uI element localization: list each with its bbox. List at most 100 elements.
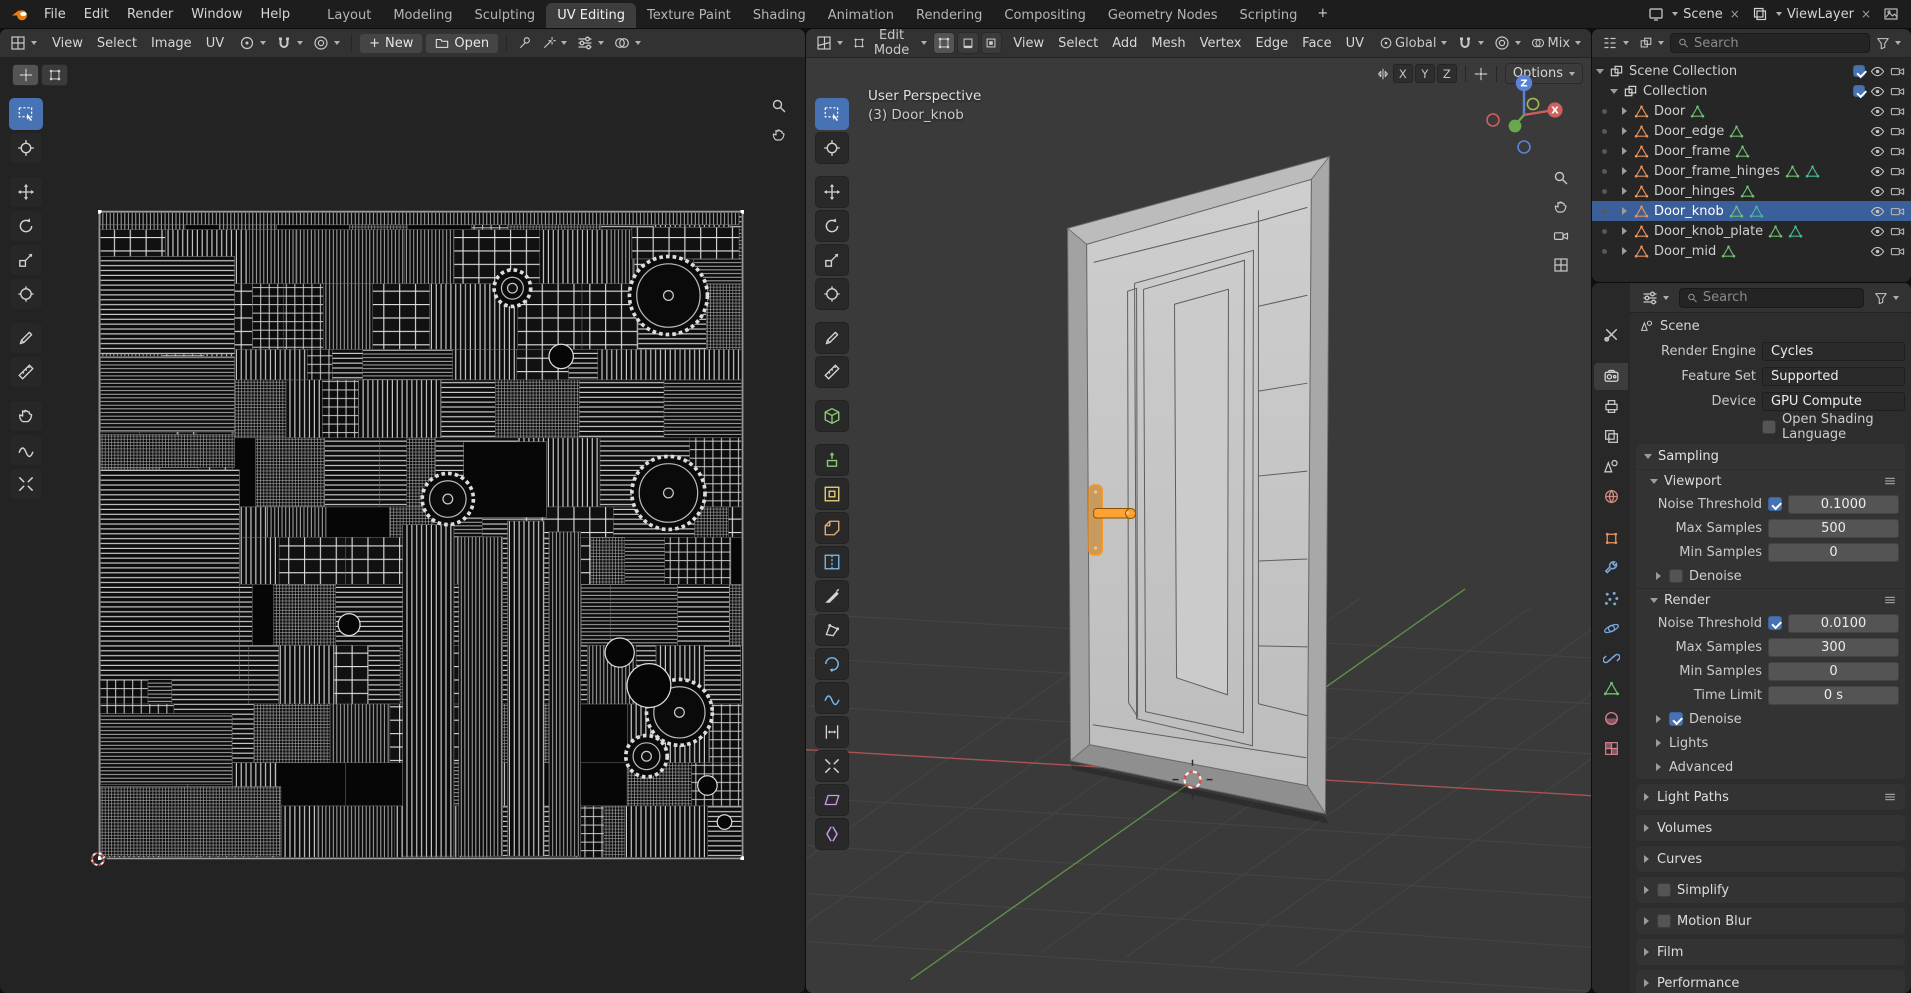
- section-curves[interactable]: Curves: [1636, 846, 1905, 872]
- expand-chevron[interactable]: [1622, 187, 1631, 195]
- sampling-panel-header[interactable]: Sampling: [1636, 444, 1905, 469]
- expand-chevron[interactable]: [1622, 207, 1631, 215]
- uv-2d-cursor[interactable]: [89, 850, 107, 868]
- menu-item[interactable]: Render: [118, 4, 182, 25]
- overlays-button[interactable]: [610, 33, 645, 53]
- section-volumes[interactable]: Volumes: [1636, 815, 1905, 841]
- search-input[interactable]: [1693, 35, 1862, 51]
- tool-grab[interactable]: [9, 400, 43, 432]
- expand-chevron[interactable]: [1622, 107, 1631, 115]
- tab-texture[interactable]: [1594, 735, 1628, 762]
- viewport-min-samples-field[interactable]: 0: [1768, 542, 1899, 562]
- filter-button[interactable]: [1872, 34, 1905, 52]
- expand-chevron[interactable]: [1622, 227, 1631, 235]
- select-mode-vertex[interactable]: [933, 32, 955, 54]
- viewport-max-samples-field[interactable]: 500: [1768, 518, 1899, 538]
- render-min-samples-field[interactable]: 0: [1768, 661, 1899, 681]
- tool-rip-region[interactable]: [815, 818, 849, 850]
- viewport-subpanel-header[interactable]: Viewport: [1636, 469, 1905, 492]
- hide-viewport-icon[interactable]: [1870, 164, 1885, 179]
- tool-rotate[interactable]: [9, 210, 43, 242]
- add-workspace-button[interactable]: +: [1309, 1, 1336, 27]
- menu-item[interactable]: View: [45, 33, 90, 54]
- menu-item[interactable]: Edit: [75, 4, 118, 25]
- workspace-tab[interactable]: Shading: [742, 3, 817, 29]
- disable-render-icon[interactable]: [1890, 84, 1905, 99]
- tab-world[interactable]: [1594, 483, 1628, 510]
- tool-annotate[interactable]: [815, 322, 849, 354]
- Door_edge[interactable]: Door_edge: [1592, 121, 1911, 141]
- camera-view-icon[interactable]: [1553, 228, 1569, 244]
- hide-viewport-icon[interactable]: [1870, 204, 1885, 219]
- workspace-tab[interactable]: Animation: [817, 3, 905, 29]
- tab-object[interactable]: [1594, 525, 1628, 552]
- tool-pinch[interactable]: [9, 468, 43, 500]
- remove-viewlayer-button[interactable]: ×: [1859, 7, 1873, 21]
- view-settings-button[interactable]: [573, 33, 608, 53]
- snapping-button[interactable]: [1453, 33, 1488, 53]
- tool-inset-faces[interactable]: [815, 478, 849, 510]
- scene-selector[interactable]: Scene ×: [1648, 6, 1742, 22]
- menu-item[interactable]: Mesh: [1144, 33, 1192, 54]
- menu-item[interactable]: UV: [199, 33, 231, 54]
- expand-chevron[interactable]: [1610, 88, 1618, 98]
- lights-row[interactable]: Lights: [1636, 731, 1905, 755]
- menu-item[interactable]: Select: [1051, 33, 1105, 54]
- tab-tool[interactable]: [1594, 321, 1628, 348]
- tool-move[interactable]: [9, 176, 43, 208]
- editor-type-button[interactable]: [812, 33, 847, 53]
- tool-select-box[interactable]: [9, 98, 43, 130]
- collection-checkbox[interactable]: [1853, 65, 1865, 77]
- osl-checkbox[interactable]: [1762, 419, 1776, 434]
- menu-item[interactable]: UV: [1339, 33, 1371, 54]
- tool-smooth[interactable]: [815, 682, 849, 714]
- mirror-icon[interactable]: [1376, 67, 1390, 81]
- tool-move[interactable]: [815, 176, 849, 208]
- menu-item[interactable]: Vertex: [1193, 33, 1249, 54]
- collection-row[interactable]: Collection: [1592, 81, 1911, 101]
- editor-type-button[interactable]: [6, 33, 41, 53]
- menu-item[interactable]: View: [1006, 33, 1051, 54]
- menu-item[interactable]: Help: [252, 4, 300, 25]
- collection-checkbox[interactable]: [1853, 85, 1865, 97]
- tab-view-layer[interactable]: [1594, 423, 1628, 450]
- viewport-denoise-checkbox[interactable]: [1669, 569, 1683, 583]
- disable-render-icon[interactable]: [1890, 224, 1905, 239]
- workspace-tab[interactable]: Texture Paint: [636, 3, 742, 29]
- select-mode-face[interactable]: [980, 32, 1003, 54]
- Door_knob_plate[interactable]: Door_knob_plate: [1592, 221, 1911, 241]
- zoom-icon[interactable]: [771, 98, 787, 114]
- workspace-tab[interactable]: Compositing: [993, 3, 1097, 29]
- menu-item[interactable]: File: [35, 4, 75, 25]
- menu-item[interactable]: Face: [1295, 33, 1338, 54]
- tool-bevel[interactable]: [815, 512, 849, 544]
- tool-scale[interactable]: [815, 244, 849, 276]
- render-noise-threshold-checkbox[interactable]: [1768, 616, 1782, 630]
- tool-cursor[interactable]: [9, 132, 43, 164]
- tool-shrink-fatten[interactable]: [815, 750, 849, 782]
- device-select[interactable]: GPU Compute: [1762, 392, 1905, 411]
- tool-edge-slide[interactable]: [815, 716, 849, 748]
- tool-loop-cut[interactable]: [815, 546, 849, 578]
- workspace-tab[interactable]: Rendering: [905, 3, 993, 29]
- viewport-denoise-row[interactable]: Denoise: [1636, 564, 1905, 588]
- workspace-tab[interactable]: Sculpting: [463, 3, 546, 29]
- mirror-axis-toggle[interactable]: Z: [1436, 64, 1457, 83]
- presets-menu-icon[interactable]: [1883, 474, 1897, 488]
- properties-search[interactable]: [1679, 287, 1864, 308]
- unlink-scene-button[interactable]: ×: [1728, 7, 1742, 21]
- section-performance[interactable]: Performance: [1636, 970, 1905, 993]
- expand-chevron[interactable]: [1622, 167, 1631, 175]
- render-denoise-row[interactable]: Denoise: [1636, 707, 1905, 731]
- expand-chevron[interactable]: [1622, 127, 1631, 135]
- tab-physics[interactable]: [1594, 615, 1628, 642]
- expand-chevron[interactable]: [1622, 247, 1631, 255]
- transform-orientation-select[interactable]: Global: [1375, 34, 1451, 53]
- disable-render-icon[interactable]: [1890, 184, 1905, 199]
- tool-annotate[interactable]: [9, 322, 43, 354]
- viewport-canvas[interactable]: XYZ Options User Perspective (3) Door_kn…: [806, 58, 1591, 993]
- disable-render-icon[interactable]: [1890, 164, 1905, 179]
- hide-viewport-icon[interactable]: [1870, 104, 1885, 119]
- section-simplify[interactable]: Simplify: [1636, 877, 1905, 903]
- search-input[interactable]: [1702, 290, 1856, 305]
